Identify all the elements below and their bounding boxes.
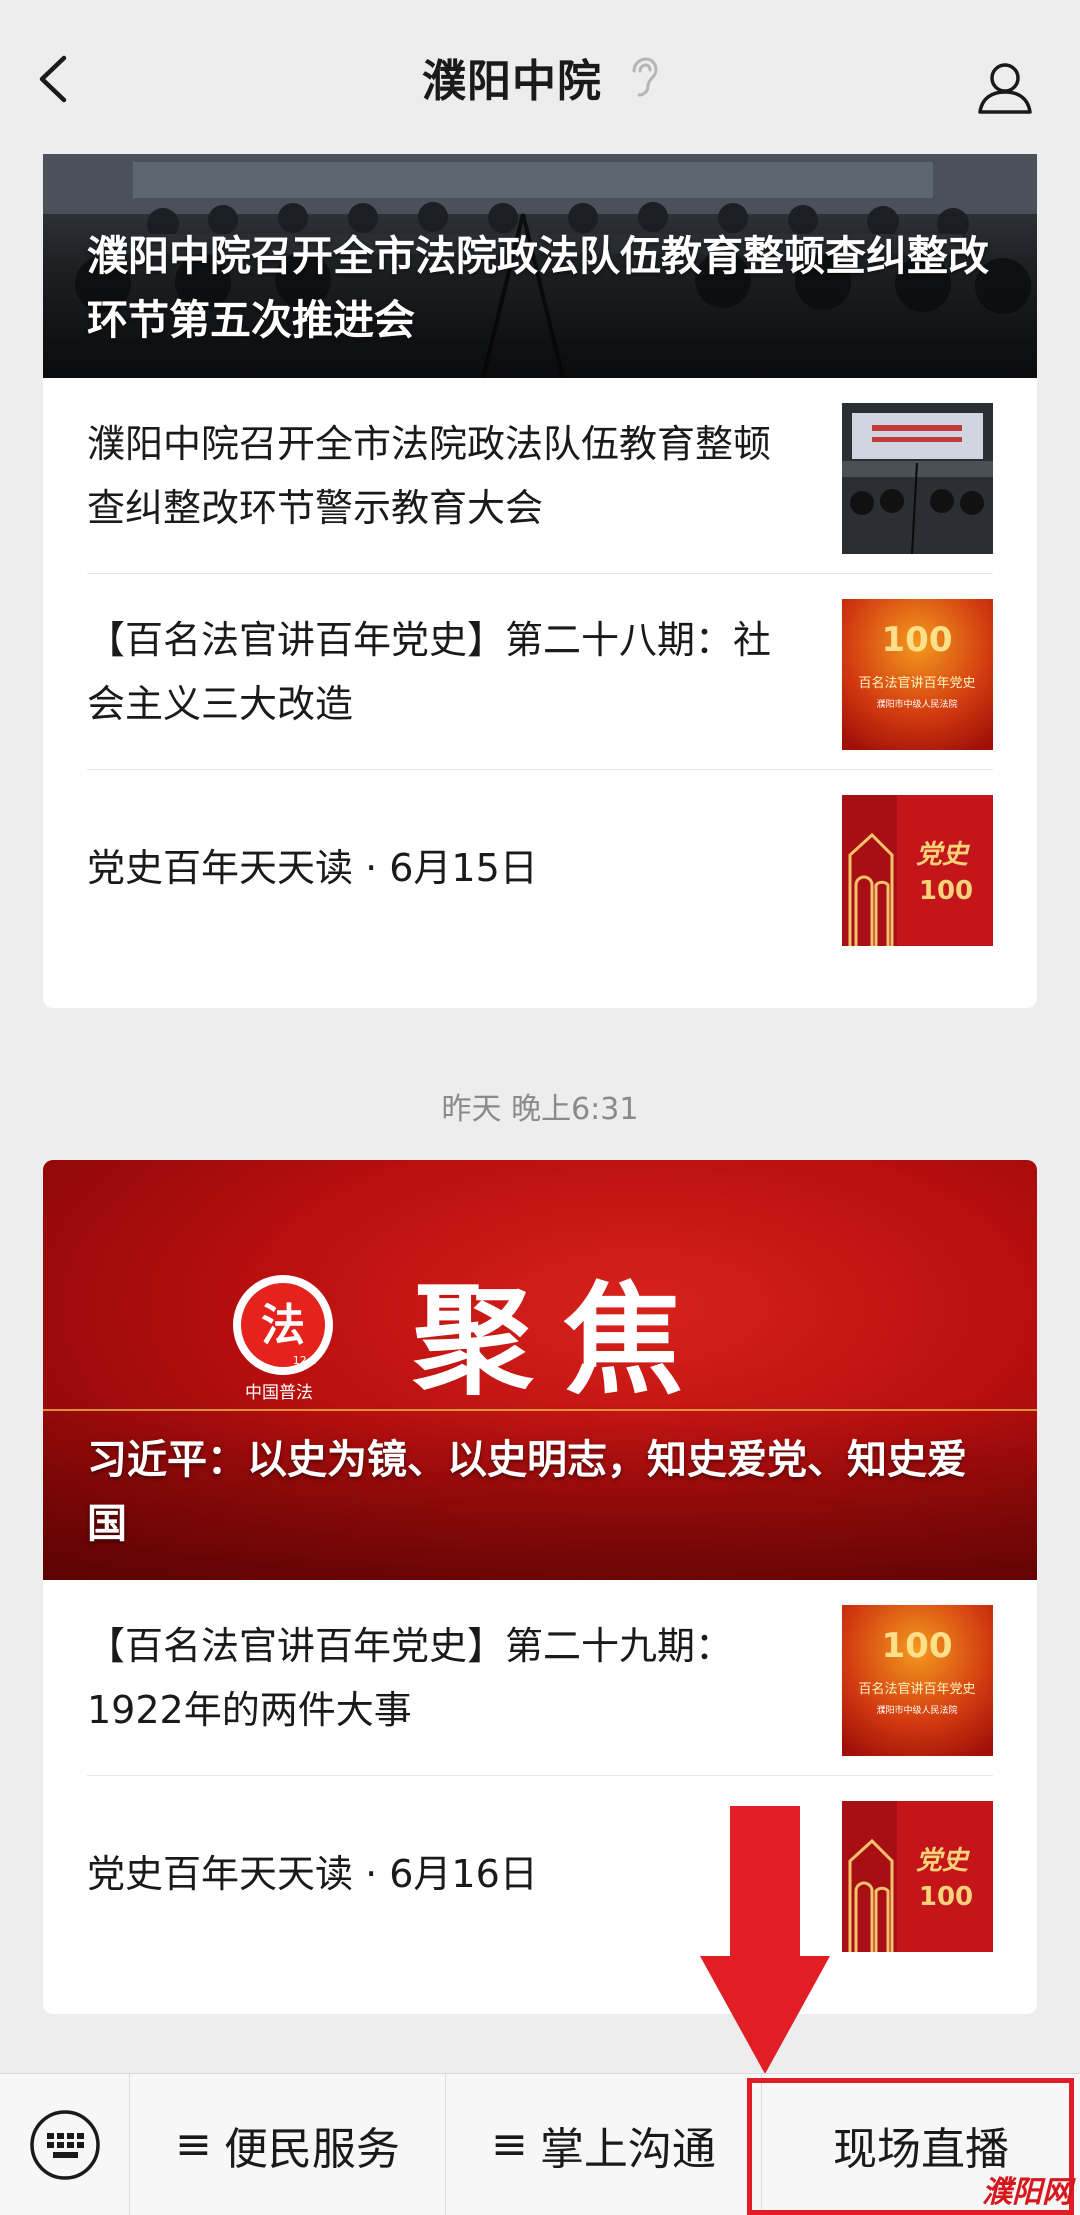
article-title: 党史百年天天读 · 6月15日: [87, 846, 538, 890]
article-title: 濮阳中院召开全市法院政法队伍教育整顿查纠整改环节警示教育大会: [87, 421, 772, 530]
top-bar: 濮阳中院: [0, 0, 1080, 154]
profile-icon[interactable]: [976, 58, 1034, 116]
menu-list-icon: ≡: [491, 2119, 528, 2170]
keyboard-toggle-button[interactable]: [0, 2073, 130, 2215]
list-item[interactable]: 【百名法官讲百年党史】第二十九期：1922年的两件大事 100 百名法官讲百年党…: [87, 1580, 993, 1776]
menu-convenience-services[interactable]: ≡ 便民服务: [130, 2073, 446, 2215]
thumb-hundred-text: 100: [882, 620, 953, 660]
article-title: 【百名法官讲百年党史】第二十八期：社会主义三大改造: [87, 617, 772, 726]
menu-label: 掌上沟通: [539, 2123, 716, 2175]
thumb-course-text: 百名法官讲百年党史: [858, 1681, 975, 1697]
article-card-2: 法 12·4 中国普法 聚焦 习近平：以史为镜、以史明志，知史爱党、知史爱国 【…: [43, 1160, 1037, 2014]
thumb-hundred-text-2: 100: [919, 1882, 973, 1912]
list-item[interactable]: 党史百年天天读 · 6月15日 党史 100: [87, 770, 993, 966]
thumb-dangshi-text: 党史: [916, 840, 971, 870]
article-title: 党史百年天天读 · 6月16日: [87, 1852, 538, 1896]
menu-label: 便民服务: [223, 2123, 400, 2175]
logo-char: 法: [261, 1300, 305, 1351]
article-title: 【百名法官讲百年党史】第二十九期：1922年的两件大事: [87, 1623, 734, 1732]
keyboard-icon: [29, 2109, 100, 2180]
thumbnail-meeting: [842, 403, 993, 554]
thumb-hundred-text: 100: [882, 1626, 953, 1666]
focus-big-text: 聚焦: [412, 1270, 713, 1411]
back-arrow-icon[interactable]: [30, 52, 80, 106]
thumb-dangshi-text: 党史: [916, 1846, 971, 1876]
thumb-court-text: 濮阳市中级人民法院: [876, 698, 957, 710]
list-item[interactable]: 党史百年天天读 · 6月16日 党史 100: [87, 1776, 993, 1972]
list-item[interactable]: 濮阳中院召开全市法院政法队伍教育整顿查纠整改环节警示教育大会: [87, 378, 993, 574]
cover-title: 习近平：以史为镜、以史明志，知史爱党、知史爱国: [87, 1437, 967, 1547]
list-item[interactable]: 【百名法官讲百年党史】第二十八期：社会主义三大改造 100 百名法官讲百年党史 …: [87, 574, 993, 770]
thumbnail-course-banner: 100 百名法官讲百年党史 濮阳市中级人民法院: [842, 599, 993, 750]
thumbnail-party-history: 党史 100: [842, 1801, 993, 1952]
article-card-1: 濮阳中院召开全市法院政法队伍教育整顿查纠整改环节第五次推进会 濮阳中院召开全市法…: [43, 154, 1037, 1008]
thumb-court-text: 濮阳市中级人民法院: [876, 1704, 957, 1716]
cover-article[interactable]: 濮阳中院召开全市法院政法队伍教育整顿查纠整改环节第五次推进会: [43, 154, 1037, 378]
thumb-course-text: 百名法官讲百年党史: [858, 675, 975, 691]
cover-title: 濮阳中院召开全市法院政法队伍教育整顿查纠整改环节第五次推进会: [87, 232, 989, 344]
thumbnail-party-history: 党史 100: [842, 795, 993, 946]
menu-list-icon: ≡: [175, 2119, 212, 2170]
message-timestamp: 昨天 晚上6:31: [441, 1092, 639, 1127]
cover-article[interactable]: 法 12·4 中国普法 聚焦 习近平：以史为镜、以史明志，知史爱党、知史爱国: [43, 1160, 1037, 1580]
ear-icon[interactable]: [628, 57, 658, 97]
title-group: 濮阳中院: [422, 45, 658, 109]
thumb-hundred-text-2: 100: [919, 876, 973, 906]
menu-communication[interactable]: ≡ 掌上沟通: [446, 2073, 762, 2215]
annotation-arrow: [700, 1806, 830, 2074]
watermark-logo: 濮阳网: [982, 2175, 1072, 2210]
logo-sub: 12·4: [293, 1354, 318, 1367]
page-title: 濮阳中院: [422, 56, 602, 107]
thumbnail-course-banner: 100 百名法官讲百年党史 濮阳市中级人民法院: [842, 1605, 993, 1756]
